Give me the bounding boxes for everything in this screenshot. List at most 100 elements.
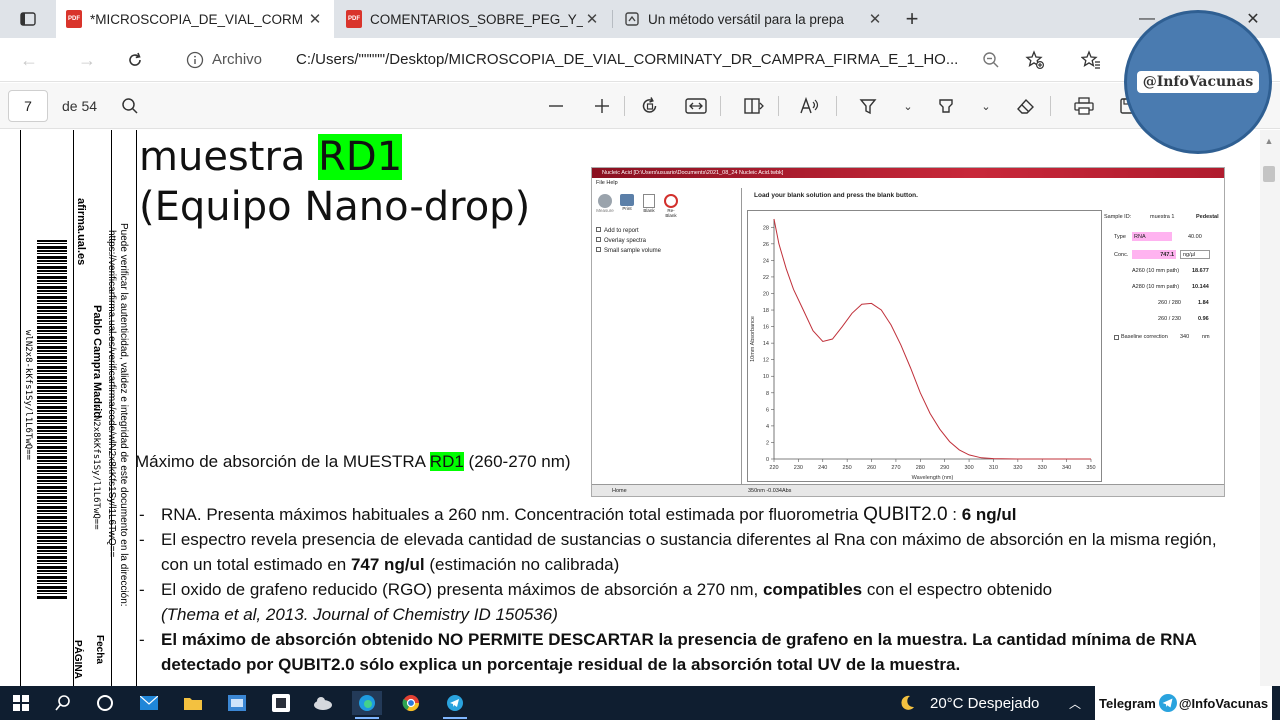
baseline-label: Baseline correction bbox=[1121, 334, 1168, 340]
app-indicator bbox=[443, 717, 467, 719]
type-value: RNA bbox=[1134, 233, 1146, 240]
address-input[interactable]: C:/Users/"""""/Desktop/MICROSCOPIA_DE_VI… bbox=[296, 51, 966, 68]
find-button[interactable] bbox=[116, 93, 144, 119]
printer-icon bbox=[1074, 97, 1094, 115]
print-button[interactable] bbox=[1070, 93, 1098, 119]
url-scheme-label: Archivo bbox=[212, 51, 263, 68]
tab-bar: PDF *MICROSCOPIA_DE_VIAL_CORM ✕ PDF COME… bbox=[0, 0, 1280, 38]
abs-max-suffix: (260-270 nm) bbox=[463, 452, 571, 471]
x-tick-label: 240 bbox=[818, 465, 827, 471]
start-button[interactable] bbox=[6, 691, 36, 715]
telegram-icon bbox=[1158, 694, 1177, 712]
bullet-item: - El máximo de absorción obtenido NO PER… bbox=[139, 627, 1229, 677]
highlighter-icon bbox=[939, 99, 953, 113]
erase-button[interactable] bbox=[1012, 93, 1040, 119]
draw-button[interactable] bbox=[854, 93, 882, 119]
taskbar-app[interactable] bbox=[308, 691, 338, 715]
type-label: Type bbox=[1114, 234, 1126, 240]
forward-button[interactable]: → bbox=[72, 46, 102, 74]
tab-comentarios[interactable]: PDF COMENTARIOS_SOBRE_PEG_Y_S ✕ bbox=[336, 0, 611, 38]
page-number-input[interactable]: 7 bbox=[8, 90, 48, 122]
site-info-button[interactable] bbox=[180, 46, 210, 74]
weather-widget[interactable]: 20°C Despejado bbox=[930, 695, 1039, 712]
taskbar-mail[interactable] bbox=[134, 691, 164, 715]
taskbar-app[interactable] bbox=[222, 691, 252, 715]
search-button[interactable] bbox=[48, 691, 78, 715]
task-view-button[interactable] bbox=[90, 691, 120, 715]
fit-width-button[interactable] bbox=[682, 93, 710, 119]
checkbox-icon bbox=[596, 247, 601, 252]
x-tick-label: 300 bbox=[964, 465, 973, 471]
pdf-page: wlN2x8-kKfs1Sy/l1L6TwQ== afirma.ual.es P… bbox=[20, 130, 1260, 686]
refresh-icon bbox=[129, 52, 141, 66]
abs-max-highlight: RD1 bbox=[429, 452, 464, 471]
zoom-out-button[interactable] bbox=[542, 93, 570, 119]
mail-icon bbox=[140, 696, 158, 710]
favorites-button[interactable] bbox=[1076, 46, 1106, 74]
verify-url[interactable]: https://verificarfirma.ual.es/verificarf… bbox=[106, 230, 117, 557]
tab-microscopia[interactable]: PDF *MICROSCOPIA_DE_VIAL_CORM ✕ bbox=[56, 0, 334, 38]
rotate-button[interactable] bbox=[636, 93, 664, 119]
close-icon[interactable]: ✕ bbox=[306, 10, 324, 28]
x-tick-label: 340 bbox=[1062, 465, 1071, 471]
barcode bbox=[37, 240, 67, 600]
new-tab-button[interactable]: + bbox=[898, 6, 926, 32]
nanodrop-sidebar: Measure Print Blank Re-Blank Add to repo… bbox=[592, 188, 742, 488]
nanodrop-reblank-button: Re-Blank bbox=[662, 194, 680, 218]
favorites-icon bbox=[1081, 50, 1100, 69]
x-tick-label: 320 bbox=[1013, 465, 1022, 471]
pdf-viewport[interactable]: wlN2x8-kKfs1Sy/l1L6TwQ== afirma.ual.es P… bbox=[0, 130, 1280, 686]
draw-options-button[interactable]: ⌄ bbox=[894, 93, 922, 119]
print-icon bbox=[620, 194, 634, 206]
option-label: Small sample volume bbox=[604, 248, 662, 254]
refresh-button[interactable] bbox=[120, 46, 150, 74]
bullet-dash: - bbox=[139, 505, 145, 524]
read-aloud-button[interactable] bbox=[796, 93, 824, 119]
x-tick-label: 280 bbox=[916, 465, 925, 471]
x-tick-label: 220 bbox=[769, 465, 778, 471]
read-aloud-icon bbox=[800, 97, 819, 114]
address-bar: ← → Archivo C:/Users/"""""/Desktop/MICRO… bbox=[0, 38, 1280, 82]
y-tick-label: 4 bbox=[766, 424, 769, 430]
margin-divider bbox=[73, 130, 74, 686]
taskbar-explorer[interactable] bbox=[178, 691, 208, 715]
y-tick-label: 22 bbox=[763, 275, 769, 281]
page-view-button[interactable] bbox=[740, 93, 768, 119]
tab-metodo[interactable]: Un método versátil para la prepa ✕ bbox=[614, 0, 894, 38]
tab-actions-icon[interactable] bbox=[14, 6, 42, 32]
bullet-item: - El espectro revela presencia de elevad… bbox=[139, 527, 1229, 577]
x-tick-label: 310 bbox=[989, 465, 998, 471]
bullet-bold: 747 ng/ul bbox=[350, 555, 425, 574]
zoom-button[interactable] bbox=[976, 46, 1006, 74]
fit-width-icon bbox=[685, 98, 707, 114]
x-tick-label: 350 bbox=[1086, 465, 1095, 471]
tray-overflow-icon[interactable]: ︿ bbox=[1060, 691, 1090, 715]
baseline-value: 340 bbox=[1180, 334, 1190, 340]
taskbar-edge[interactable] bbox=[352, 691, 382, 715]
edge-icon bbox=[359, 695, 375, 711]
scroll-up-icon[interactable]: ▲ bbox=[1263, 136, 1275, 146]
bullet-suffix: con el espectro obtenido bbox=[862, 580, 1053, 599]
sample-id-value: muestra 1 bbox=[1150, 214, 1175, 220]
checkbox-icon bbox=[1114, 334, 1119, 340]
highlight-button[interactable] bbox=[932, 93, 960, 119]
close-icon[interactable]: ✕ bbox=[866, 10, 884, 28]
scroll-thumb[interactable] bbox=[1263, 166, 1275, 182]
info-icon bbox=[186, 51, 204, 69]
chrome-icon bbox=[402, 695, 420, 712]
taskbar-app[interactable] bbox=[266, 691, 296, 715]
y-tick-label: 10 bbox=[763, 374, 769, 380]
minus-icon bbox=[549, 105, 563, 107]
bullet-text: RNA. Presenta máximos habituales a 260 n… bbox=[161, 505, 864, 524]
add-favorite-button[interactable] bbox=[1020, 46, 1050, 74]
highlight-options-button[interactable]: ⌄ bbox=[972, 93, 1000, 119]
taskbar-telegram[interactable] bbox=[440, 691, 470, 715]
vertical-scrollbar[interactable]: ▲ bbox=[1260, 130, 1280, 686]
zoom-in-button[interactable] bbox=[588, 93, 616, 119]
close-icon[interactable]: ✕ bbox=[583, 10, 601, 28]
checkbox-icon bbox=[596, 227, 601, 232]
watermark-label: @InfoVacunas bbox=[1136, 71, 1260, 93]
toolbar-divider bbox=[1050, 96, 1051, 116]
back-button[interactable]: ← bbox=[14, 46, 44, 74]
taskbar-chrome[interactable] bbox=[396, 691, 426, 715]
